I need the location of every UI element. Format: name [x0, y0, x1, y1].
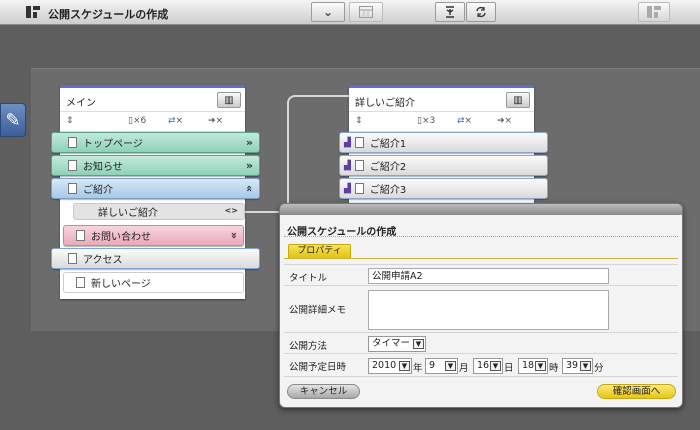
layout-toggle-button[interactable]	[638, 2, 670, 22]
year-select[interactable]: 2010 ▼	[368, 358, 412, 374]
tab-underline	[284, 258, 678, 259]
chevron-down-icon: ▼	[490, 361, 501, 371]
minute-unit: 分	[594, 363, 604, 374]
page-icon	[76, 277, 85, 288]
month-select[interactable]: 9 ▼	[425, 358, 458, 374]
list-item-intro-2[interactable]: ▟ ご紹介2	[339, 155, 548, 176]
list-item-intro-1[interactable]: ▟ ご紹介1	[339, 132, 548, 153]
datetime-label: 公開予定日時	[289, 362, 347, 373]
layout-icon	[647, 6, 661, 18]
sidebar-item-top-page[interactable]: トップページ»	[51, 132, 260, 153]
page-icon	[76, 230, 85, 241]
pencil-icon: ✎	[5, 109, 21, 131]
expand-icon[interactable]: »	[246, 136, 253, 149]
arrow-right-icon: ➔	[208, 116, 216, 126]
dropdown-button[interactable]: ⌄	[311, 2, 345, 22]
collapse-icon	[446, 6, 454, 18]
list-item-intro-3[interactable]: ▟ ご紹介3	[339, 178, 548, 199]
sidebar-item-new-page[interactable]: 新しいページ	[63, 272, 244, 293]
month-unit: 月	[459, 363, 469, 374]
year-unit: 年	[413, 363, 423, 374]
app-layout-icon	[26, 6, 40, 18]
column-title: 詳しいご紹介	[355, 98, 415, 109]
title-field[interactable]: 公開申請A2	[368, 268, 609, 284]
column-book-button[interactable]: ▥	[217, 92, 241, 108]
collapse-icon[interactable]: «	[243, 185, 256, 192]
method-label: 公開方法	[289, 341, 328, 352]
method-select[interactable]: タイマー ▼	[368, 336, 426, 352]
chevron-down-icon: ⌄	[322, 5, 334, 19]
bars-icon: ▟	[344, 137, 351, 148]
calendar-icon	[359, 6, 373, 18]
chevron-down-icon: ▼	[399, 361, 410, 371]
link-icon: ⇄	[168, 116, 176, 126]
arrow-right-icon: ➔	[497, 116, 505, 126]
page-count: ▯×6	[128, 116, 147, 126]
title-bar: 公開スケジュールの作成 ⌄	[0, 0, 700, 25]
day-unit: 日	[504, 363, 514, 374]
confirm-button[interactable]: 確認画面へ	[597, 384, 676, 399]
tab-properties[interactable]: プロパティ	[288, 244, 351, 258]
bars-icon: ▟	[344, 183, 351, 194]
memo-row: 公開詳細メモ	[284, 285, 678, 332]
refresh-icon	[476, 6, 486, 18]
page-icon	[68, 253, 77, 264]
chevron-down-icon: ▼	[413, 339, 424, 349]
edit-pencil-button[interactable]: ✎	[0, 103, 26, 137]
page-icon	[354, 160, 364, 171]
link-count: ⇄×	[168, 116, 184, 126]
calendar-button[interactable]	[349, 2, 383, 22]
chevron-down-icon: ▼	[580, 361, 591, 371]
publish-schedule-dialog: 公開スケジュールの作成 プロパティ タイトル 公開申請A2 公開詳細メモ 公開方…	[279, 203, 683, 408]
page-count: ▯×3	[417, 116, 436, 126]
sidebar-item-access[interactable]: アクセス	[51, 248, 260, 269]
move-count: ➔×	[497, 116, 513, 126]
book-icon: ▥	[513, 94, 523, 106]
page-icon	[68, 183, 77, 194]
column-title: メイン	[66, 98, 96, 109]
title-label: タイトル	[289, 273, 328, 284]
link-icon: ⇄	[457, 116, 465, 126]
page-icon	[354, 183, 364, 194]
move-count: ➔×	[208, 116, 224, 126]
sidebar-item-introduction[interactable]: ご紹介 «	[51, 178, 260, 199]
datetime-row: 公開予定日時 2010 ▼ 年 9 ▼ 月 16 ▼ 日 18 ▼ 時 39 ▼ 分	[284, 353, 678, 377]
collapse-icon[interactable]: «	[227, 232, 240, 239]
cancel-button[interactable]: キャンセル	[287, 384, 360, 399]
expand-icon[interactable]: »	[246, 159, 253, 172]
memo-label: 公開詳細メモ	[289, 305, 347, 316]
hour-select[interactable]: 18 ▼	[518, 358, 548, 374]
dialog-title-underline	[284, 236, 678, 237]
sidebar-item-contact[interactable]: お問い合わせ «	[63, 225, 244, 246]
column-book-button[interactable]: ▥	[506, 92, 530, 108]
bars-icon: ▟	[344, 160, 351, 171]
sort-icon[interactable]: ⇕	[66, 116, 74, 126]
hour-unit: 時	[549, 363, 559, 374]
page-icon	[68, 160, 77, 171]
link-count: ⇄×	[457, 116, 473, 126]
chevron-down-icon: ▼	[445, 361, 456, 371]
title-row: タイトル 公開申請A2	[284, 264, 678, 285]
sidebar-subitem-detailed-introduction[interactable]: 詳しいご紹介 <>	[73, 203, 245, 220]
refresh-button[interactable]	[466, 2, 496, 22]
minute-select[interactable]: 39 ▼	[562, 358, 593, 374]
sidebar-item-news[interactable]: お知らせ»	[51, 155, 260, 176]
method-row: 公開方法 タイマー ▼	[284, 332, 678, 353]
collapse-button[interactable]	[435, 2, 465, 22]
page-icon	[354, 137, 364, 148]
memo-textarea[interactable]	[368, 290, 609, 330]
page-title: 公開スケジュールの作成	[48, 8, 169, 21]
dialog-drag-bar[interactable]	[280, 204, 682, 215]
sort-icon[interactable]: ⇕	[355, 116, 363, 126]
chevron-down-icon: ▼	[535, 361, 546, 371]
code-icon: <>	[224, 206, 238, 215]
day-select[interactable]: 16 ▼	[473, 358, 503, 374]
book-icon: ▥	[224, 94, 234, 106]
page-icon	[68, 137, 77, 148]
